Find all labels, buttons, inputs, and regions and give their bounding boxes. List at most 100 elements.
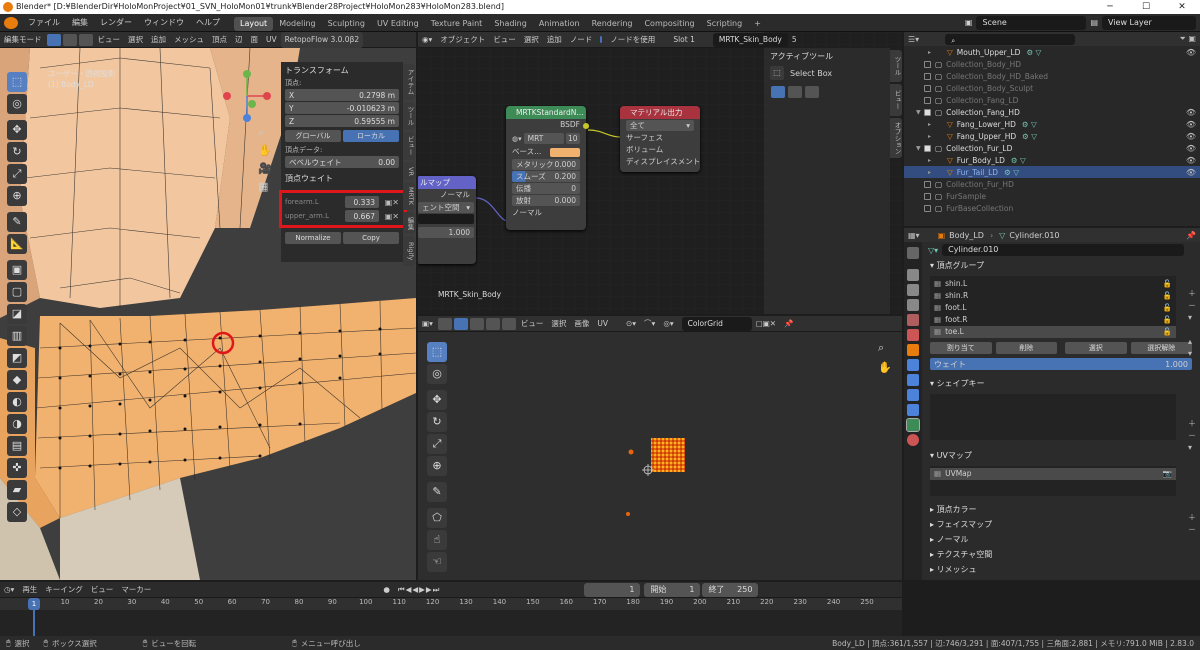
uv-edge-mode-icon[interactable] bbox=[469, 317, 484, 330]
menu-edit[interactable]: 編集 bbox=[66, 14, 94, 32]
end-frame-field[interactable]: 終了 250 bbox=[702, 582, 759, 597]
uv-editor-type-icon[interactable]: ▣▾ bbox=[418, 316, 437, 332]
outliner-item[interactable]: ▼ ▢ Collection_Fur_LD 👁 bbox=[904, 142, 1200, 154]
cursor-tool-icon[interactable]: ◎ bbox=[7, 94, 27, 114]
shape-keys-header[interactable]: ▾ シェイプキー bbox=[924, 376, 1198, 392]
filter-icon[interactable]: ⏷ ▣ bbox=[1179, 34, 1196, 44]
uv-pan-icon[interactable]: ✋ bbox=[878, 358, 892, 378]
material-field[interactable]: MRTK_Skin_Body bbox=[712, 32, 788, 47]
uv-grab-tool-icon[interactable]: ☝ bbox=[427, 530, 447, 550]
scene-selector[interactable]: Scene bbox=[976, 15, 1087, 30]
tab-scripting[interactable]: Scripting bbox=[701, 17, 749, 31]
outliner-item[interactable]: ▢ Collection_Body_Sculpt bbox=[904, 82, 1200, 94]
menu-mesh[interactable]: メッシュ bbox=[170, 32, 208, 48]
uv-editor[interactable]: ▣▾ ビュー 選択 画像 UV ⊙▾ ⌒▾ ◎▾ ColorGrid ▢▣✕ 📌… bbox=[418, 316, 902, 580]
move-tool-icon[interactable]: ✥ bbox=[7, 120, 27, 140]
global-button[interactable]: グローバル bbox=[285, 130, 341, 142]
menu-file[interactable]: ファイル bbox=[22, 14, 66, 32]
tab-item[interactable]: アイテム bbox=[403, 64, 415, 100]
expand-arrow-icon[interactable]: ▼ bbox=[916, 109, 924, 116]
node-menu-view[interactable]: ビュー bbox=[489, 32, 520, 48]
uv-lasso-tool-icon[interactable]: ⬠ bbox=[427, 508, 447, 528]
uv-face-mode-icon[interactable] bbox=[485, 317, 500, 330]
knife-tool-icon[interactable]: ◩ bbox=[7, 348, 27, 368]
inset-tool-icon[interactable]: ▢ bbox=[7, 282, 27, 302]
tab-rendering[interactable]: Rendering bbox=[586, 17, 639, 31]
outliner-type-icon[interactable]: ☰▾ bbox=[908, 35, 919, 44]
shader-editor[interactable]: ◉▾ オブジェクト ビュー 選択 追加 ノード ノードを使用 Slot 1 MR… bbox=[418, 32, 902, 314]
mrtk-emission[interactable]: 放射 0.000 bbox=[512, 195, 580, 206]
slot-dropdown[interactable]: Slot 1 bbox=[669, 32, 699, 48]
use-nodes-checkbox[interactable] bbox=[600, 36, 603, 43]
spin-tool-icon[interactable]: ◐ bbox=[7, 392, 27, 412]
active-tool-header[interactable]: アクティブツール bbox=[770, 50, 884, 64]
rip-tool-icon[interactable]: ◇ bbox=[7, 502, 27, 522]
vgroup-item-selected[interactable]: ▦ toe.L 🔓 bbox=[930, 326, 1176, 338]
bsdf-socket[interactable] bbox=[583, 123, 589, 129]
shape-key-side-buttons[interactable]: ＋－ ▾ bbox=[1188, 418, 1196, 454]
particles-props-icon[interactable] bbox=[907, 374, 919, 386]
material-output-node[interactable]: マテリアル出力 全て ▾ サーフェス ボリューム ディスプレイスメント bbox=[620, 106, 700, 172]
exclude-checkbox[interactable] bbox=[936, 121, 943, 128]
uv-menu-view[interactable]: ビュー bbox=[517, 316, 548, 332]
measure-tool-icon[interactable]: 📐 bbox=[7, 234, 27, 254]
mesh-name-field[interactable]: Cylinder.010 bbox=[942, 244, 1184, 256]
exclude-checkbox[interactable] bbox=[924, 180, 931, 188]
view-layer-selector[interactable]: View Layer bbox=[1102, 15, 1196, 30]
tool-props-icon[interactable] bbox=[907, 247, 919, 259]
property-section-header[interactable]: ▸ フェイスマップ bbox=[924, 517, 1198, 532]
uv-rotate-tool-icon[interactable]: ↻ bbox=[427, 412, 447, 432]
minimize-button[interactable]: ─ bbox=[1092, 0, 1128, 14]
pin-icon[interactable]: 📌 bbox=[780, 316, 797, 332]
outliner-item[interactable]: ▢ FurSample bbox=[904, 190, 1200, 202]
modifier-props-icon[interactable] bbox=[907, 359, 919, 371]
edge-select-icon[interactable] bbox=[62, 33, 77, 46]
marker-menu[interactable]: マーカー bbox=[117, 582, 155, 598]
properties-type-icon[interactable]: ▦▾ bbox=[908, 231, 920, 240]
outliner-search-input[interactable]: ⌕ bbox=[945, 33, 1076, 45]
mrtk-smooth[interactable]: スムーズ 0.200 bbox=[512, 171, 580, 182]
uv-menu-image[interactable]: 画像 bbox=[570, 316, 593, 332]
spacer[interactable]: ▸ bbox=[928, 49, 936, 56]
view-layer-props-icon[interactable] bbox=[907, 299, 919, 311]
mrtk-transmit[interactable]: 伝播 0 bbox=[512, 183, 580, 194]
uv-zoom-icon[interactable]: ⌕ bbox=[878, 338, 892, 358]
vertex-z-field[interactable]: Z 0.59555 m bbox=[285, 115, 399, 127]
physics-props-icon[interactable] bbox=[907, 389, 919, 401]
blender-menu-icon[interactable] bbox=[4, 16, 18, 29]
node-tab-view[interactable]: ビュー bbox=[890, 84, 902, 116]
exclude-checkbox[interactable] bbox=[924, 60, 931, 68]
exclude-checkbox[interactable] bbox=[924, 192, 931, 200]
scale-tool-icon[interactable]: ⤢ bbox=[7, 164, 27, 184]
exclude-checkbox[interactable] bbox=[936, 49, 943, 56]
tab-vr[interactable]: VR bbox=[403, 162, 415, 180]
exclude-checkbox[interactable] bbox=[924, 84, 931, 92]
outliner-item[interactable]: ▸ ▽ Fur_Body_LD ⚙ ▽ 👁 bbox=[904, 154, 1200, 166]
exclude-checkbox[interactable] bbox=[936, 157, 943, 164]
vgroup-item[interactable]: ▦ shin.R 🔓 bbox=[930, 290, 1176, 302]
assign-button[interactable]: 割り当て bbox=[930, 342, 992, 354]
maximize-button[interactable]: ☐ bbox=[1128, 0, 1164, 14]
outliner-item[interactable]: ▸ ▽ Fang_Lower_HD ⚙ ▽ 👁 bbox=[904, 118, 1200, 130]
tab-shading[interactable]: Shading bbox=[488, 17, 533, 31]
uv-scale-tool-icon[interactable]: ⤢ bbox=[427, 434, 447, 454]
tab-tool[interactable]: ツール bbox=[403, 102, 415, 130]
vgroup-item[interactable]: ▦ shin.L 🔓 bbox=[930, 278, 1176, 290]
menu-edge[interactable]: 辺 bbox=[231, 32, 247, 48]
visibility-eye-icon[interactable]: 👁 bbox=[1186, 156, 1196, 165]
vertex-select-icon[interactable] bbox=[46, 33, 61, 46]
image-browse-icon[interactable]: ▢▣✕ bbox=[752, 316, 780, 332]
tab-compositing[interactable]: Compositing bbox=[638, 17, 700, 31]
weight-slider[interactable]: ウェイト 1.000 bbox=[930, 358, 1192, 370]
spacer[interactable]: ▸ bbox=[928, 157, 936, 164]
uv-pinch-tool-icon[interactable]: ☜ bbox=[427, 552, 447, 572]
timeline-view-menu[interactable]: ビュー bbox=[87, 582, 118, 598]
menu-vertex[interactable]: 頂点 bbox=[208, 32, 231, 48]
tab-uv-editing[interactable]: UV Editing bbox=[371, 17, 425, 31]
tab-sculpting[interactable]: Sculpting bbox=[322, 17, 371, 31]
exclude-checkbox[interactable] bbox=[924, 108, 931, 116]
property-section-header[interactable]: ▸ リメッシュ bbox=[924, 562, 1198, 577]
visibility-eye-icon[interactable]: 👁 bbox=[1186, 168, 1196, 177]
snap-icon[interactable]: ⌒▾ bbox=[640, 316, 659, 332]
copy-button[interactable]: Copy bbox=[343, 232, 399, 244]
